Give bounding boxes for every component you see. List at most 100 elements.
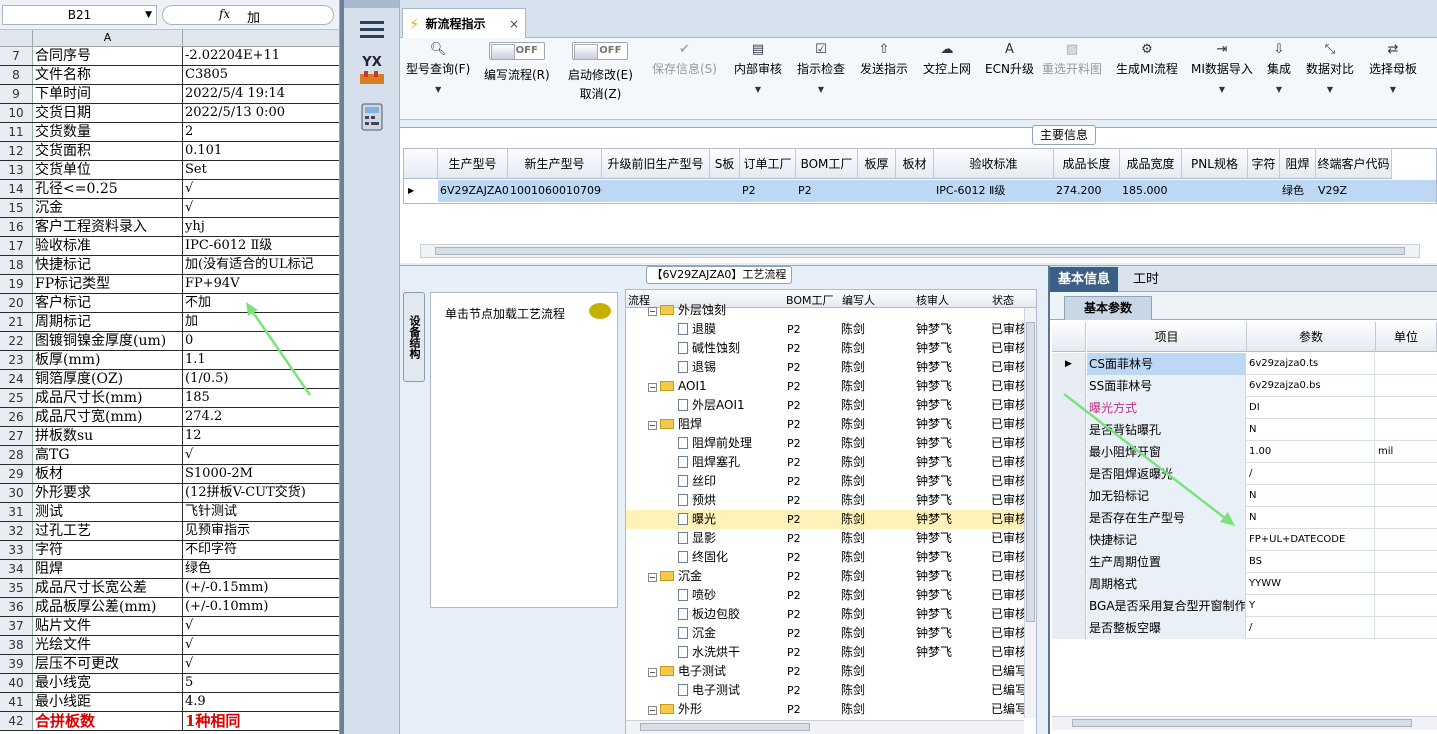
cell-b[interactable]: 1.1 — [183, 351, 339, 369]
tree-row[interactable]: 退锡 P2 陈剑 钟梦飞 已审核 — [626, 358, 1036, 377]
choose-master-button[interactable]: ⇄ 选择母板 ▼ — [1369, 42, 1417, 94]
row-number[interactable]: 24 — [0, 370, 33, 388]
cell-a[interactable]: 客户工程资料录入 — [33, 218, 183, 236]
cell-b[interactable]: 不加 — [183, 294, 339, 312]
grid-cell[interactable]: V29Z — [1316, 180, 1392, 202]
cell-b[interactable]: 0 — [183, 332, 339, 350]
cell-b[interactable]: 2 — [183, 123, 339, 141]
row-number[interactable]: 20 — [0, 294, 33, 312]
collapse-icon[interactable]: − — [648, 307, 657, 316]
tree-node[interactable]: − 电子测试 — [648, 662, 726, 681]
grid-cell[interactable]: P2 — [740, 180, 796, 202]
param-row[interactable]: ▶ CS面菲林号 6v29zajza0.ts — [1052, 353, 1437, 375]
cell-a[interactable]: 最小线宽 — [33, 674, 183, 692]
param-value[interactable]: YYWW — [1247, 573, 1375, 595]
cell-a[interactable]: 层压不可更改 — [33, 655, 183, 673]
scroll-thumb[interactable] — [435, 247, 1405, 255]
tree-node[interactable]: 碱性蚀刻 — [678, 339, 740, 358]
toggle-switch[interactable]: OFF — [488, 42, 545, 60]
tab-new-flow[interactable]: ⚡ 新流程指示 × — [402, 8, 526, 38]
row-number[interactable]: 31 — [0, 503, 33, 521]
param-value[interactable]: / — [1247, 617, 1375, 639]
tree-node[interactable]: 沉金 — [678, 624, 716, 643]
cell-b[interactable]: 185 — [183, 389, 339, 407]
tree-row[interactable]: 退膜 P2 陈剑 钟梦飞 已审核 — [626, 320, 1036, 339]
tree-node[interactable]: − 阻焊 — [648, 415, 702, 434]
row-number[interactable]: 17 — [0, 237, 33, 255]
row-number[interactable]: 37 — [0, 617, 33, 635]
cell-a[interactable]: 阻焊 — [33, 560, 183, 578]
cell-b[interactable]: 1种相同 — [183, 712, 339, 730]
row-number[interactable]: 34 — [0, 560, 33, 578]
cell-a[interactable]: 贴片文件 — [33, 617, 183, 635]
tree-row[interactable]: 碱性蚀刻 P2 陈剑 钟梦飞 已审核 — [626, 339, 1036, 358]
grid-col-header[interactable]: 新生产型号 — [508, 149, 602, 179]
row-number[interactable]: 23 — [0, 351, 33, 369]
scroll-thumb[interactable] — [640, 723, 810, 731]
tree-row[interactable]: 板边包胶 P2 陈剑 钟梦飞 已审核 — [626, 605, 1036, 624]
param-value[interactable]: 6v29zajza0.bs — [1247, 375, 1375, 397]
param-value[interactable]: N — [1247, 419, 1375, 441]
grid-col-header[interactable]: 成品长度 — [1054, 149, 1120, 179]
tree-row[interactable]: − 阻焊 P2 陈剑 钟梦飞 已审核 — [626, 415, 1036, 434]
grid-cell[interactable] — [1248, 180, 1280, 202]
cell-a[interactable]: 光绘文件 — [33, 636, 183, 654]
grid-cell[interactable] — [858, 180, 896, 202]
param-row[interactable]: 是否存在生产型号 N — [1052, 507, 1437, 529]
tree-row[interactable]: − 电子测试 P2 陈剑 已编写 — [626, 662, 1036, 681]
cell-b[interactable]: 5 — [183, 674, 339, 692]
row-number[interactable]: 11 — [0, 123, 33, 141]
tree-node[interactable]: 终固化 — [678, 548, 728, 567]
compare-button[interactable]: ⤡ 数据对比 ▼ — [1306, 42, 1354, 94]
param-value[interactable]: N — [1247, 485, 1375, 507]
row-number[interactable]: 18 — [0, 256, 33, 274]
param-row[interactable]: 是否背钻曝孔 N — [1052, 419, 1437, 441]
row-number[interactable]: 21 — [0, 313, 33, 331]
tree-node[interactable]: 预烘 — [678, 491, 716, 510]
row-number[interactable]: 39 — [0, 655, 33, 673]
tree-row[interactable]: 电子测试 P2 陈剑 已编写 — [626, 681, 1036, 700]
tab-basic-info[interactable]: 基本信息 — [1050, 267, 1118, 292]
param-row[interactable]: 是否阻焊返曝光 / — [1052, 463, 1437, 485]
send-directive-button[interactable]: ⇧ 发送指示 — [860, 42, 908, 77]
cell-a[interactable]: FP标记类型 — [33, 275, 183, 293]
row-number[interactable]: 29 — [0, 465, 33, 483]
tree-row[interactable]: 丝印 P2 陈剑 钟梦飞 已审核 — [626, 472, 1036, 491]
cell-a[interactable]: 图镀铜镍金厚度(um) — [33, 332, 183, 350]
gen-mi-button[interactable]: ⚙ 生成MI流程 — [1116, 42, 1178, 77]
param-row[interactable]: SS面菲林号 6v29zajza0.bs — [1052, 375, 1437, 397]
cell-b[interactable]: S1000-2M — [183, 465, 339, 483]
directive-check-button[interactable]: ☑ 指示检查 ▼ — [797, 42, 845, 94]
grid-cell[interactable]: IPC-6012 Ⅱ级 — [934, 180, 1054, 202]
row-number[interactable]: 19 — [0, 275, 33, 293]
cell-b[interactable]: 加(没有适合的UL标记 — [183, 256, 339, 274]
mi-import-button[interactable]: ⇥ MI数据导入 ▼ — [1191, 42, 1253, 94]
row-number[interactable]: 27 — [0, 427, 33, 445]
cell-a[interactable]: 孔径<=0.25 — [33, 180, 183, 198]
calculator-icon[interactable] — [354, 100, 390, 134]
grid-col-header[interactable]: 升级前旧生产型号 — [602, 149, 710, 179]
cell-a[interactable]: 验收标准 — [33, 237, 183, 255]
cell-b[interactable]: C3805 — [183, 66, 339, 84]
param-value[interactable]: BS — [1247, 551, 1375, 573]
cell-b[interactable]: 加 — [183, 313, 339, 331]
cell-a[interactable]: 交货日期 — [33, 104, 183, 122]
collapse-icon[interactable]: − — [648, 706, 657, 715]
row-number[interactable]: 22 — [0, 332, 33, 350]
grid-col-header[interactable]: 验收标准 — [934, 149, 1054, 179]
cell-a[interactable]: 周期标记 — [33, 313, 183, 331]
tree-row[interactable]: − 外形 P2 陈剑 已编写 — [626, 700, 1036, 719]
collapse-icon[interactable]: − — [648, 383, 657, 392]
internal-review-button[interactable]: ▤ 内部审核 ▼ — [734, 42, 782, 94]
cell-a[interactable]: 合同序号 — [33, 47, 183, 65]
ecn-upgrade-button[interactable]: A ECN升级 — [985, 42, 1034, 77]
tree-row[interactable]: 预烘 P2 陈剑 钟梦飞 已审核 — [626, 491, 1036, 510]
tree-row[interactable]: 喷砂 P2 陈剑 钟梦飞 已审核 — [626, 586, 1036, 605]
yx-app-icon[interactable]: YX — [354, 52, 390, 86]
row-number[interactable]: 28 — [0, 446, 33, 464]
row-number[interactable]: 8 — [0, 66, 33, 84]
tree-node[interactable]: 水洗烘干 — [678, 643, 740, 662]
collapse-icon[interactable]: − — [648, 573, 657, 582]
edit-flow-toggle[interactable]: OFF 编写流程(R) — [484, 42, 550, 83]
row-number[interactable]: 7 — [0, 47, 33, 65]
